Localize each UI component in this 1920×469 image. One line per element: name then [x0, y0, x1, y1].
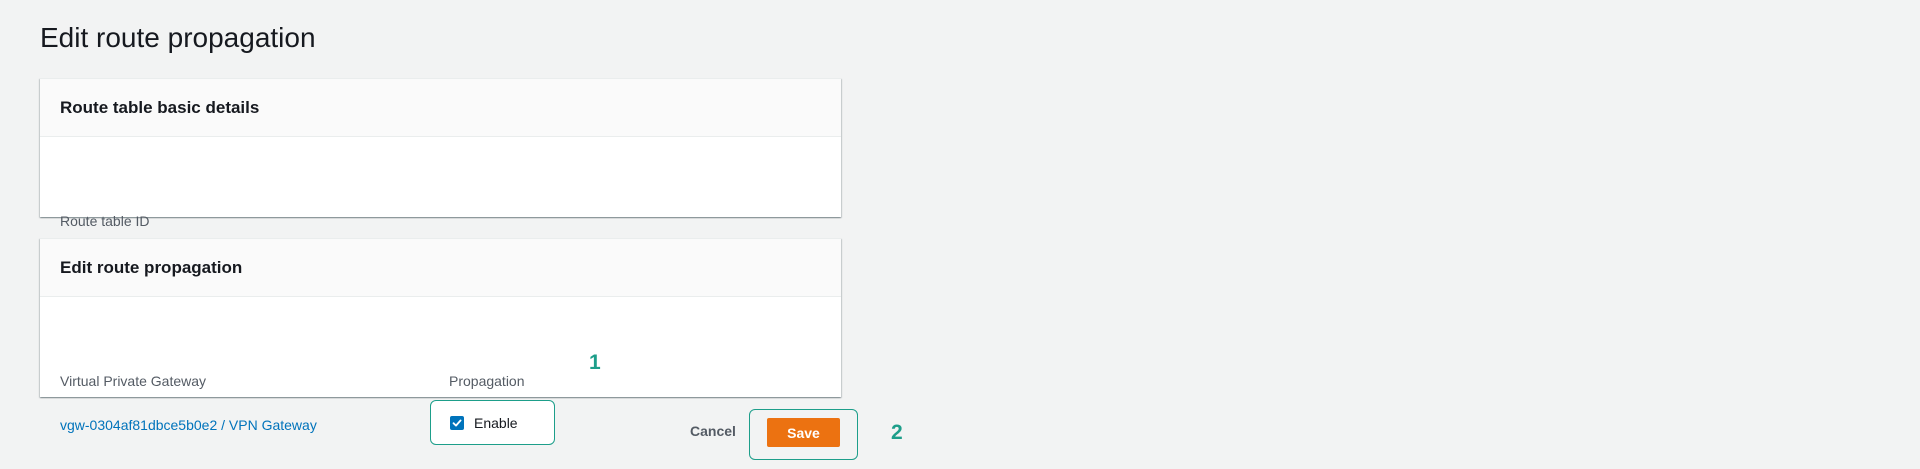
panel-header: Route table basic details	[40, 79, 841, 137]
save-button[interactable]: Save	[767, 418, 840, 447]
route-table-id-label: Route table ID	[60, 213, 150, 229]
annotation-step-2: 2	[891, 421, 903, 444]
gateway-link[interactable]: vgw-0304af81dbce5b0e2 / VPN Gateway	[60, 417, 317, 433]
enable-propagation-checkbox[interactable]: Enable	[430, 400, 555, 445]
panel-heading: Edit route propagation	[60, 257, 243, 277]
panel-header: Edit route propagation	[40, 239, 841, 297]
column-header-gateway: Virtual Private Gateway	[60, 373, 207, 389]
checkbox-checked-icon[interactable]	[450, 415, 464, 430]
annotation-step-1: 1	[589, 351, 601, 374]
route-table-details-panel: Route table basic details Route table ID…	[40, 78, 841, 253]
panel-heading: Route table basic details	[60, 97, 260, 117]
page: Edit route propagation Route table basic…	[0, 0, 1920, 469]
cancel-button[interactable]: Cancel	[690, 423, 736, 439]
route-propagation-panel: Edit route propagation Virtual Private G…	[40, 238, 841, 445]
page-title: Edit route propagation	[40, 22, 316, 53]
column-header-propagation: Propagation	[449, 373, 525, 389]
enable-label: Enable	[474, 414, 518, 431]
